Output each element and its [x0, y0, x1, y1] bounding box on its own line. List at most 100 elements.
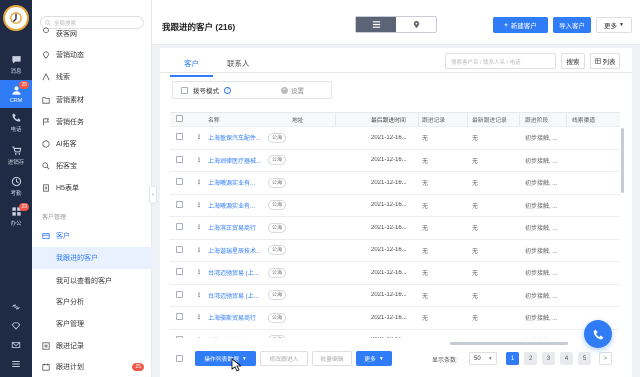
rail-inventory[interactable]: 进销存: [0, 141, 32, 169]
customer-name-link[interactable]: 上海曦源实业有...: [208, 201, 255, 210]
column-header-name[interactable]: 名称: [208, 115, 220, 124]
rail-messages[interactable]: 消息: [0, 50, 32, 78]
sidebar-collapse-button[interactable]: ‹: [149, 186, 157, 204]
vertical-scrollbar[interactable]: [621, 128, 624, 193]
map-view-button[interactable]: [396, 17, 436, 32]
customer-name-link[interactable]: 台湾迈驰贸易 (上...: [208, 268, 259, 277]
column-header-lead-source[interactable]: 线索渠道: [572, 115, 595, 124]
rail-crm[interactable]: CRM 25: [0, 80, 32, 108]
customer-name-link[interactable]: 上海骆斯贸易商行: [208, 313, 256, 322]
row-checkbox[interactable]: [176, 133, 183, 141]
column-header-address[interactable]: 地址: [292, 115, 304, 124]
page-2[interactable]: 2: [524, 352, 537, 365]
row-menu-icon[interactable]: ⋮: [196, 202, 202, 209]
page-size-select[interactable]: 50 ▼: [469, 352, 497, 365]
table-row[interactable]: ⋮ 上海曦源实业有... 公海 2021-12-16... 无 无 初步接触, ...: [170, 172, 620, 195]
row-menu-icon[interactable]: ⋮: [196, 134, 202, 141]
sidebar-item-h5-form[interactable]: H5表单: [32, 178, 152, 198]
row-checkbox[interactable]: [176, 245, 183, 253]
table-row[interactable]: ⋮ 上海骆斯贸易商行 公海 2021-12-16... 无 无 初步接触, ...: [170, 307, 620, 330]
row-checkbox[interactable]: [176, 290, 183, 298]
table-row[interactable]: ⋮ 上海谐瑞星辰技术... 公海 2021-12-16... 无 无 初步接触, ...: [170, 240, 620, 262]
dial-mode-checkbox[interactable]: [181, 86, 188, 94]
table-row[interactable]: ⋮ 台湾迈驰贸易 (上... 公海 2021-12-16... 无 无 初步接触, ...: [170, 262, 620, 285]
sidebar-item-marketing-feed[interactable]: 营销动态: [32, 45, 152, 65]
column-header-follow-records[interactable]: 跟进记录: [422, 115, 445, 124]
rail-phone[interactable]: 电话: [0, 108, 32, 136]
footer-more-button[interactable]: 更多 ▼: [356, 351, 392, 366]
sidebar-sub-customer-management[interactable]: 客户管理: [32, 313, 152, 335]
sidebar-item-materials[interactable]: 营销素材: [32, 90, 152, 110]
sidebar-sub-viewable-customers[interactable]: 我可以查看的客户: [32, 270, 152, 292]
row-menu-icon[interactable]: ⋮: [196, 224, 202, 231]
row-checkbox[interactable]: [176, 268, 183, 276]
import-customer-button[interactable]: 导入客户: [553, 17, 591, 33]
rail-attendance[interactable]: 考勤: [0, 172, 32, 200]
tab-contacts[interactable]: 联系人: [213, 55, 264, 77]
row-checkbox[interactable]: [176, 200, 183, 208]
table-row[interactable]: ⋮ 上海曦源实业有... 公海 2021-12-16... 无 无 初步接触, ...: [170, 195, 620, 217]
row-checkbox[interactable]: [176, 223, 183, 231]
batch-operations-button[interactable]: 操作列表数据 ▼: [195, 351, 256, 366]
sidebar-sub-my-customers[interactable]: 我跟进的客户: [32, 247, 152, 269]
sidebar-sub-customer-analysis[interactable]: 客户分析: [32, 291, 152, 313]
row-menu-icon[interactable]: ⋮: [196, 337, 202, 339]
page-1[interactable]: 1: [506, 352, 519, 365]
sidebar-item-customers[interactable]: 客户: [32, 226, 152, 246]
customer-name-link[interactable]: 上海涧律医疗器械...: [208, 156, 261, 165]
customer-search-input[interactable]: 搜索客户名 / 联系人名 / 电话: [445, 53, 556, 69]
page-4[interactable]: 4: [560, 352, 573, 365]
row-menu-icon[interactable]: ⋮: [196, 247, 202, 254]
list-view-button[interactable]: [356, 17, 396, 32]
table-row[interactable]: ⋮ 上海飞宇贸易有... 公海 2021-12-16... 无 无 初步接触, ...: [170, 330, 620, 339]
row-menu-icon[interactable]: ⋮: [196, 314, 202, 321]
app-logo[interactable]: [3, 5, 29, 31]
list-button[interactable]: 列表: [590, 53, 620, 69]
row-menu-icon[interactable]: ⋮: [196, 269, 202, 276]
row-checkbox[interactable]: [176, 155, 183, 163]
row-menu-icon[interactable]: ⋮: [196, 179, 202, 186]
table-row[interactable]: ⋮ 上海盈保汽车配件... 公海 2021-12-16... 无 无 初步接触, ...: [170, 127, 620, 150]
dial-settings-button[interactable]: × 设置: [281, 85, 304, 95]
customer-name-link[interactable]: 上海滨正贸易商行: [208, 223, 256, 232]
page-5[interactable]: 5: [578, 352, 591, 365]
horizontal-scrollbar[interactable]: [450, 342, 568, 345]
sidebar-item-lead-web[interactable]: 获客网: [32, 23, 152, 39]
rail-vip-button[interactable]: [0, 318, 32, 334]
select-all-checkbox[interactable]: [176, 115, 183, 122]
sidebar-item-leads[interactable]: 线索: [32, 67, 152, 87]
sidebar-item-follow-plan[interactable]: 跟进计划 25: [32, 357, 152, 377]
page-3[interactable]: 3: [542, 352, 555, 365]
table-row[interactable]: ⋮ 上海滨正贸易商行 公海 2021-12-16... 无 无 初步接触, ...: [170, 217, 620, 240]
column-header-stage[interactable]: 跟进阶段: [525, 115, 548, 124]
customer-name-link[interactable]: 上海飞宇贸易有...: [208, 336, 255, 338]
rail-mail-button[interactable]: [0, 337, 32, 353]
rail-menu-button[interactable]: [0, 356, 32, 372]
bulk-edit-button[interactable]: 批量编辑: [312, 351, 352, 366]
customer-name-link[interactable]: 上海盈保汽车配件...: [208, 133, 261, 142]
rail-link-button[interactable]: [0, 299, 32, 315]
row-checkbox[interactable]: [176, 313, 183, 321]
next-page-button[interactable]: >: [599, 352, 612, 365]
rail-office[interactable]: 办公 29: [0, 202, 32, 230]
footer-select-all-checkbox[interactable]: [176, 355, 183, 362]
row-checkbox[interactable]: [176, 335, 183, 338]
row-menu-icon[interactable]: ⋮: [196, 157, 202, 164]
customer-name-link[interactable]: 上海曦源实业有...: [208, 178, 255, 187]
help-icon[interactable]: ?: [224, 86, 231, 94]
change-owner-button[interactable]: 修改跟进人: [260, 351, 308, 366]
search-button[interactable]: 搜索: [561, 53, 585, 69]
sidebar-item-tuokebao[interactable]: 拓客宝: [32, 156, 152, 176]
call-fab-button[interactable]: [584, 320, 612, 348]
row-menu-icon[interactable]: ⋮: [196, 292, 202, 299]
sidebar-item-ai[interactable]: AI拓客: [32, 134, 152, 154]
more-button[interactable]: 更多 ▼: [596, 17, 632, 33]
customer-name-link[interactable]: 上海谐瑞星辰技术...: [208, 246, 261, 255]
sidebar-item-follow-records[interactable]: 跟进记录: [32, 336, 152, 356]
table-row[interactable]: ⋮ 上海涧律医疗器械... 公海 2021-12-16... 无 无 初步接触, ...: [170, 150, 620, 172]
row-checkbox[interactable]: [176, 178, 183, 186]
sidebar-item-tasks[interactable]: 营销任务: [32, 112, 152, 132]
column-header-last-follow[interactable]: 最后跟进时间: [371, 115, 406, 124]
tab-customers[interactable]: 客户: [170, 55, 213, 77]
column-header-latest-record[interactable]: 最新跟进记录: [472, 115, 507, 124]
